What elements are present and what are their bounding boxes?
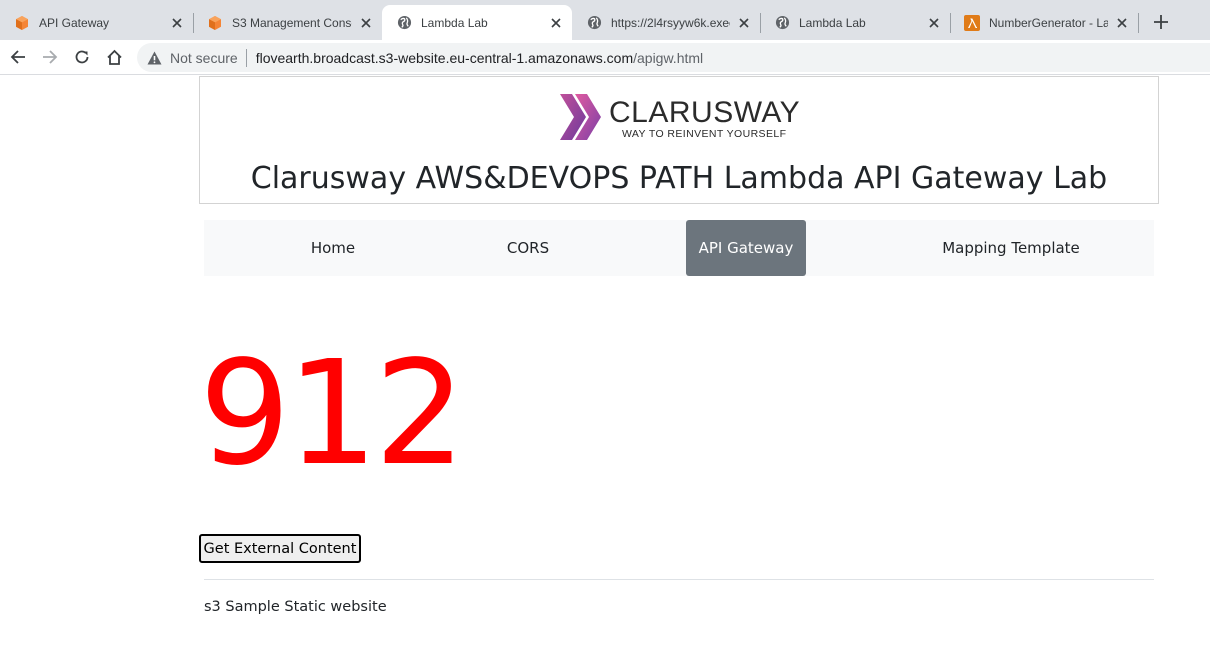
globe-icon — [396, 15, 412, 31]
logo-brand: CLARUSWAY — [609, 96, 801, 129]
globe-icon — [774, 15, 790, 31]
url-host: flovearth.broadcast.s3-website.eu-centra… — [255, 49, 634, 66]
tab-s3-console[interactable]: S3 Management Console — [193, 5, 382, 40]
generated-number: 912 — [199, 329, 466, 497]
tab-title: NumberGenerator - Lambda — [989, 15, 1108, 30]
arrow-right-icon — [43, 50, 58, 64]
tab-lambda-lab[interactable]: Lambda Lab — [760, 5, 950, 40]
chevron-logo-icon — [560, 94, 601, 140]
tab-api-gateway[interactable]: API Gateway — [0, 5, 193, 40]
nav-home[interactable]: Home — [292, 220, 374, 276]
nav-mapping-template[interactable]: Mapping Template — [926, 220, 1096, 276]
tab-title: S3 Management Console — [232, 15, 352, 30]
url-path: /apigw.html — [633, 49, 704, 66]
get-external-content-button[interactable]: Get External Content — [199, 534, 361, 563]
tab-title: Lambda Lab — [421, 15, 488, 30]
tab-strip: API Gateway S3 Management Console Lambda… — [0, 0, 1210, 40]
tab-number-generator[interactable]: NumberGenerator - Lambda — [950, 5, 1138, 40]
url-text[interactable]: flovearth.broadcast.s3-website.eu-centra… — [256, 50, 703, 66]
browser-toolbar: Not secure flovearth.broadcast.s3-websit… — [0, 40, 1210, 75]
tab-execute-api[interactable]: https://2l4rsyyw6k.execute-api — [572, 5, 760, 40]
nav-cors[interactable]: CORS — [487, 220, 569, 276]
tab-title: API Gateway — [39, 15, 110, 30]
address-bar[interactable]: Not secure flovearth.broadcast.s3-websit… — [137, 43, 1210, 72]
arrow-left-icon — [10, 50, 25, 64]
aws-box-icon — [207, 15, 223, 31]
tab-title: https://2l4rsyyw6k.execute-api — [611, 15, 730, 30]
back-button[interactable] — [5, 44, 31, 70]
warning-icon[interactable] — [146, 50, 162, 66]
footer-text: s3 Sample Static website — [204, 599, 387, 615]
omnibox-divider — [245, 48, 247, 67]
close-icon[interactable] — [546, 13, 566, 33]
aws-box-icon — [14, 15, 30, 31]
home-button[interactable] — [101, 44, 127, 70]
reload-icon — [75, 50, 89, 64]
close-icon[interactable] — [167, 13, 187, 33]
page-title: Clarusway AWS&DEVOPS PATH Lambda API Gat… — [250, 161, 1108, 196]
logo-tagline: WAY TO REINVENT YOURSELF — [622, 128, 787, 140]
reload-button[interactable] — [69, 44, 95, 70]
home-icon — [106, 49, 122, 65]
close-icon[interactable] — [356, 13, 376, 33]
main-nav: Home CORS API Gateway Mapping Template — [204, 220, 1154, 276]
close-icon[interactable] — [924, 13, 944, 33]
lambda-icon — [964, 14, 980, 31]
forward-button[interactable] — [37, 44, 63, 70]
close-icon[interactable] — [1112, 13, 1132, 33]
plus-icon — [1154, 15, 1168, 29]
tab-lambda-lab-active[interactable]: Lambda Lab — [382, 5, 572, 40]
new-tab-button[interactable] — [1150, 11, 1172, 33]
globe-icon — [586, 15, 602, 31]
security-status[interactable]: Not secure — [170, 50, 238, 66]
divider — [204, 579, 1154, 580]
nav-api-gateway[interactable]: API Gateway — [686, 220, 806, 276]
tab-separator — [1138, 13, 1139, 33]
tab-title: Lambda Lab — [799, 15, 866, 30]
close-icon[interactable] — [734, 13, 754, 33]
clarusway-logo: CLARUSWAY WAY TO REINVENT YOURSELF — [559, 93, 804, 143]
page-header: CLARUSWAY WAY TO REINVENT YOURSELF Claru… — [199, 76, 1159, 204]
